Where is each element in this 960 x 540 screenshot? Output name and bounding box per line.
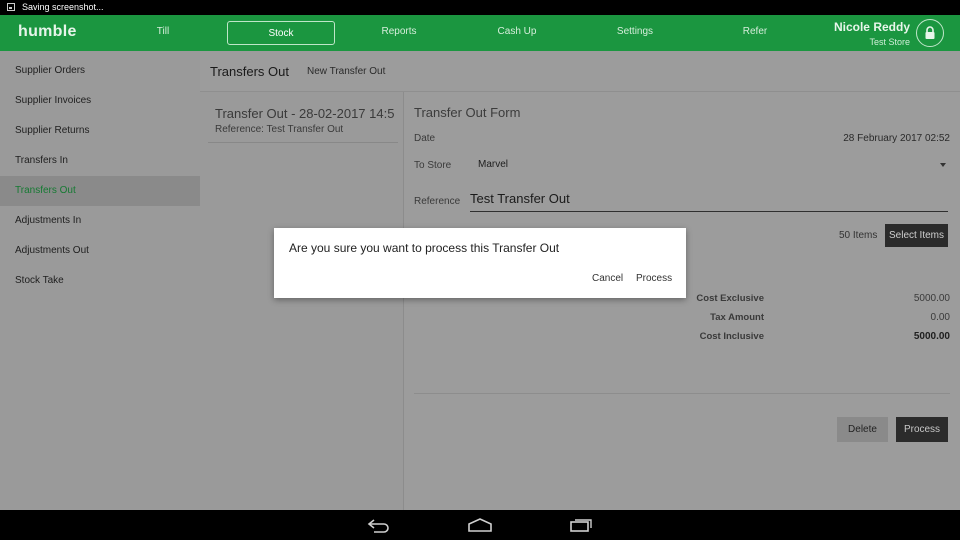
- page-title: Transfers Out: [210, 64, 289, 79]
- sidebar-item-supplier-orders[interactable]: Supplier Orders: [0, 56, 200, 86]
- cost-inclusive-value: 5000.00: [913, 331, 950, 342]
- date-label: Date: [414, 133, 436, 144]
- recents-icon[interactable]: [568, 517, 594, 533]
- nav-refer[interactable]: Refer: [697, 15, 813, 51]
- nav-cash-up[interactable]: Cash Up: [459, 15, 575, 51]
- items-count: 50 Items: [839, 230, 878, 241]
- reference-input[interactable]: Test Transfer Out: [470, 189, 948, 212]
- new-transfer-out-link[interactable]: New Transfer Out: [307, 66, 385, 77]
- form-title: Transfer Out Form: [414, 105, 521, 120]
- main-header: Transfers Out New Transfer Out: [200, 51, 960, 92]
- nav-stock[interactable]: Stock: [227, 21, 335, 45]
- user-name: Nicole Reddy: [833, 20, 910, 34]
- image-icon: [7, 3, 15, 11]
- tax-amount-label: Tax Amount: [710, 312, 764, 323]
- back-icon[interactable]: [366, 517, 392, 533]
- sidebar-item-supplier-returns[interactable]: Supplier Returns: [0, 116, 200, 146]
- to-store-value: Marvel: [478, 159, 509, 170]
- lock-icon: [925, 26, 935, 39]
- process-button[interactable]: Process: [896, 417, 948, 442]
- tax-amount-value: 0.00: [930, 312, 950, 323]
- nav-settings[interactable]: Settings: [577, 15, 693, 51]
- chevron-down-icon: [940, 163, 946, 167]
- delete-button[interactable]: Delete: [837, 417, 888, 442]
- sidebar-item-transfers-in[interactable]: Transfers In: [0, 146, 200, 176]
- nav-till[interactable]: Till: [105, 15, 221, 51]
- brand-logo: humble: [18, 23, 77, 40]
- sidebar-item-transfers-out[interactable]: Transfers Out: [0, 176, 200, 206]
- to-store-label: To Store: [414, 160, 452, 171]
- system-nav-bar: [0, 510, 960, 540]
- sidebar-item-supplier-invoices[interactable]: Supplier Invoices: [0, 86, 200, 116]
- sidebar-item-stock-take[interactable]: Stock Take: [0, 266, 200, 296]
- cost-exclusive-label: Cost Exclusive: [696, 293, 764, 304]
- nav-reports[interactable]: Reports: [341, 15, 457, 51]
- list-item-reference: Reference: Test Transfer Out: [215, 124, 344, 135]
- list-item[interactable]: Transfer Out - 28-02-2017 14:5 Reference…: [208, 102, 398, 143]
- transfer-out-form: Transfer Out Form Date 28 February 2017 …: [404, 92, 960, 510]
- sidebar-item-adjustments-out[interactable]: Adjustments Out: [0, 236, 200, 266]
- confirm-dialog: Are you sure you want to process this Tr…: [274, 228, 686, 298]
- dialog-message: Are you sure you want to process this Tr…: [289, 241, 560, 255]
- store-name: Test Store: [869, 37, 910, 47]
- list-item-title: Transfer Out - 28-02-2017 14:5: [215, 106, 395, 121]
- status-bar: Saving screenshot...: [0, 0, 960, 15]
- reference-label: Reference: [414, 196, 461, 207]
- status-text: Saving screenshot...: [22, 2, 104, 12]
- divider: [414, 393, 950, 394]
- transfer-list: Transfer Out - 28-02-2017 14:5 Reference…: [200, 92, 404, 510]
- dialog-process-button[interactable]: Process: [636, 273, 672, 284]
- cost-exclusive-value: 5000.00: [913, 293, 950, 304]
- date-value: 28 February 2017 02:52: [843, 133, 950, 144]
- cost-inclusive-label: Cost Inclusive: [699, 331, 764, 342]
- top-nav: humble Till Stock Reports Cash Up Settin…: [0, 15, 960, 51]
- lock-button[interactable]: [916, 19, 944, 47]
- home-icon[interactable]: [467, 517, 493, 533]
- dialog-cancel-button[interactable]: Cancel: [592, 273, 623, 284]
- sidebar: Supplier Orders Supplier Invoices Suppli…: [0, 51, 200, 510]
- select-items-button[interactable]: Select Items: [885, 224, 948, 247]
- sidebar-item-adjustments-in[interactable]: Adjustments In: [0, 206, 200, 236]
